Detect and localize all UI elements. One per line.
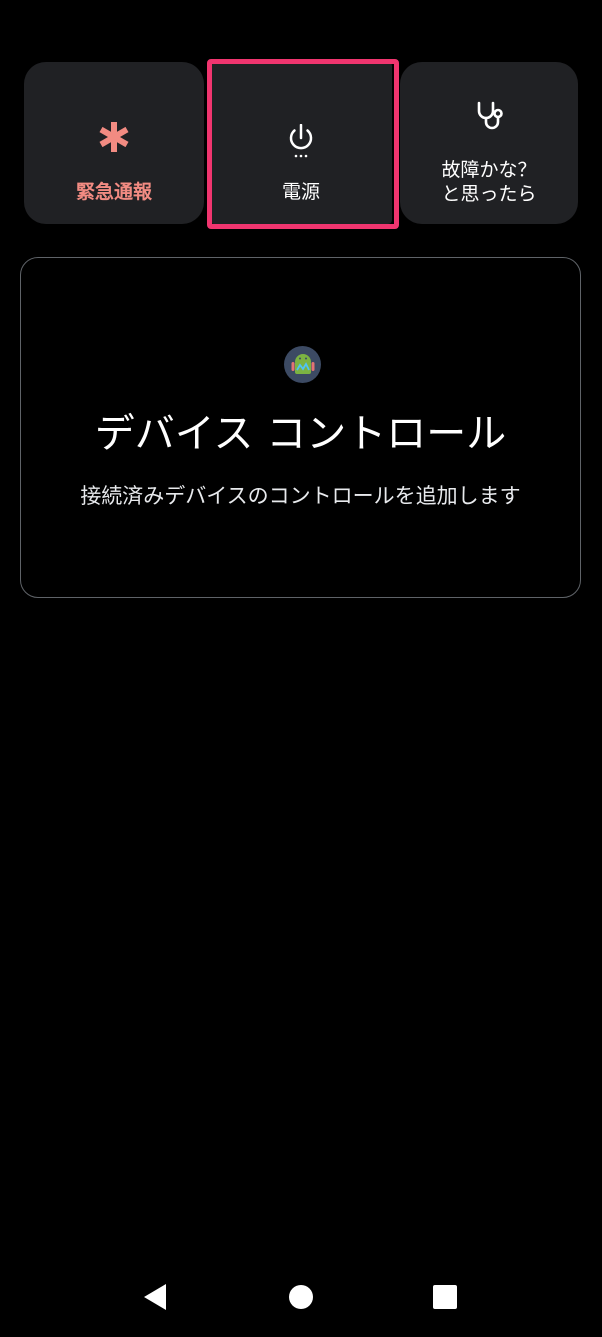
device-controls-card[interactable]: デバイス コントロール 接続済みデバイスのコントロールを追加します (20, 257, 581, 598)
emergency-call-tile[interactable]: 緊急通報 (24, 62, 204, 224)
asterisk-icon (24, 120, 204, 154)
troubleshoot-tile[interactable]: 故障かな？ と思ったら (400, 62, 578, 224)
navigation-bar (0, 1262, 602, 1332)
back-triangle-icon[interactable] (130, 1272, 180, 1322)
home-circle-icon[interactable] (276, 1272, 326, 1322)
device-controls-subtitle: 接続済みデバイスのコントロールを追加します (80, 484, 521, 508)
recents-square-icon[interactable] (420, 1272, 470, 1322)
power-label: 電源 (281, 181, 320, 203)
power-icon (210, 124, 392, 158)
troubleshoot-label: 故障かな？ と思ったら (441, 159, 537, 205)
device-controls-title: デバイス コントロール (94, 411, 507, 457)
stethoscope-icon (400, 100, 578, 132)
android-app-icon (284, 346, 321, 383)
power-tile[interactable]: 電源 (210, 62, 392, 224)
emergency-call-label: 緊急通報 (75, 181, 152, 203)
